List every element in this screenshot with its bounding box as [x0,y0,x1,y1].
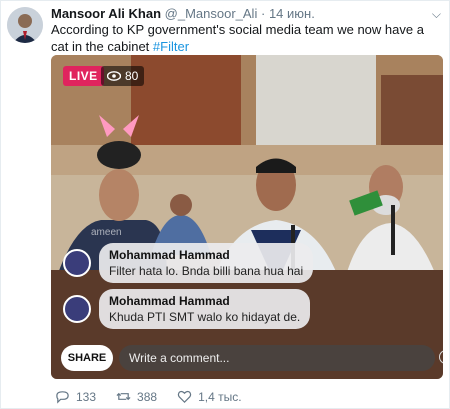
reply-icon [56,391,69,404]
tweet-card: Mansoor Ali Khan @_Mansoor_Ali · 14 июн.… [0,0,450,409]
live-comment: Mohammad Hammad Filter hata lo. Bnda bil… [63,243,314,283]
commenter-avatar[interactable] [63,295,91,323]
tweet-actions: 133 388 1,4 тыс. [55,389,242,404]
author-name[interactable]: Mansoor Ali Khan [51,6,161,21]
separator: · [260,6,266,21]
like-count: 1,4 тыс. [198,389,242,404]
retweet-count: 388 [137,389,158,404]
video-frame [51,55,443,379]
author-handle[interactable]: @_Mansoor_Ali [165,6,258,21]
like-button[interactable]: 1,4 тыс. [177,389,242,404]
comment-text: Khuda PTI SMT walo ko hidayat de. [109,310,301,324]
retweet-icon [116,392,131,401]
comment-bubble: Mohammad Hammad Khuda PTI SMT walo ko hi… [99,289,311,329]
hashtag-link[interactable]: #Filter [153,39,189,54]
commenter-name[interactable]: Mohammad Hammad [109,294,300,308]
share-button[interactable]: SHARE [61,345,113,371]
video-watermark: ameen [91,227,122,238]
commenter-name[interactable]: Mohammad Hammad [109,248,303,262]
retweet-button[interactable]: 388 [116,389,157,404]
heart-icon [177,390,192,403]
tweet-header: Mansoor Ali Khan @_Mansoor_Ali · 14 июн. [51,6,441,22]
author-avatar[interactable] [7,7,43,43]
live-badge: LIVE [63,66,104,86]
tweet-date[interactable]: 14 июн. [269,6,315,21]
comment-input[interactable]: Write a comment... [119,345,435,371]
comment-bubble: Mohammad Hammad Filter hata lo. Bnda bil… [99,243,314,283]
comment-text: Filter hata lo. Bnda billi bana hua hai [109,264,304,278]
live-video[interactable]: LIVE 80 ameen Mohammad Hammad Filter hat… [51,55,443,379]
chevron-down-icon[interactable]: ⌵ [432,7,441,22]
reply-button[interactable]: 133 [55,389,96,404]
tweet-body: According to KP government's social medi… [51,22,424,54]
reply-count: 133 [76,389,97,404]
commenter-avatar[interactable] [63,249,91,277]
live-comment: Mohammad Hammad Khuda PTI SMT walo ko hi… [63,289,311,329]
eye-icon [107,71,121,81]
viewer-count: 80 [101,66,145,86]
tweet-text: According to KP government's social medi… [51,21,439,55]
viewer-count-value: 80 [125,69,139,83]
